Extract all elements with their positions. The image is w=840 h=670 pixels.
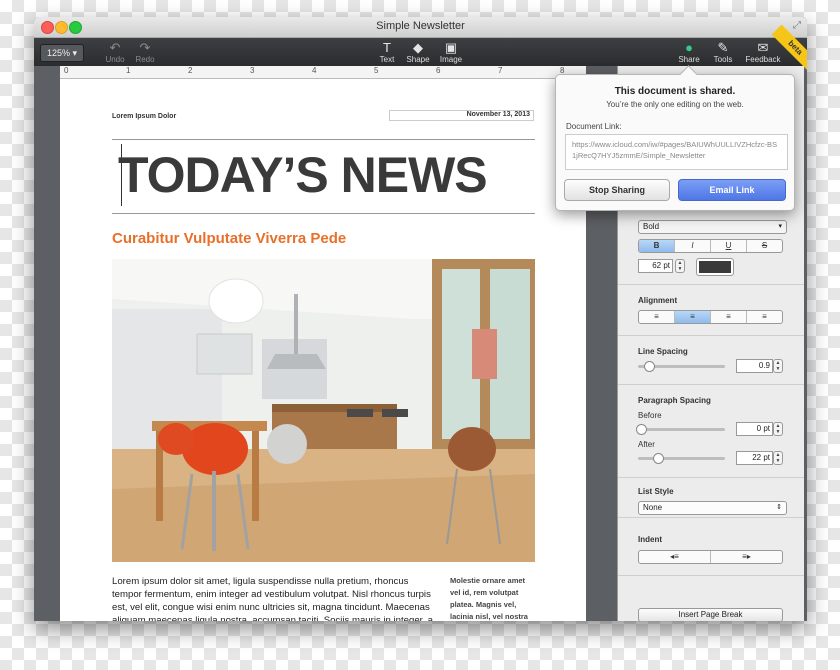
- redo-label: Redo: [135, 55, 155, 64]
- ruler-tick: 5: [374, 66, 379, 75]
- font-style-value: Bold: [643, 222, 660, 231]
- redo-button[interactable]: ↷ Redo: [125, 40, 165, 64]
- ruler-tick: 4: [312, 66, 317, 75]
- ruler-tick: 6: [436, 66, 441, 75]
- ruler-tick: 2: [188, 66, 193, 75]
- alignment-section: Alignment ≡ ≡ ≡ ≡: [618, 284, 804, 324]
- popover-subtitle: You’re the only one editing on the web.: [606, 100, 744, 109]
- strikethrough-button[interactable]: S: [747, 240, 782, 252]
- font-style-select[interactable]: Bold ▾: [638, 220, 787, 234]
- fullscreen-icon[interactable]: ⤢: [793, 20, 801, 31]
- align-right-button[interactable]: ≡: [711, 311, 747, 323]
- line-spacing-section: Line Spacing 0.9 ▲ ▼: [618, 335, 804, 373]
- after-field[interactable]: 22 pt: [736, 451, 773, 465]
- font-size-stepper[interactable]: ▲ ▼: [675, 259, 685, 273]
- increase-indent-button[interactable]: ≡▸: [711, 551, 782, 563]
- line-spacing-field[interactable]: 0.9: [736, 359, 773, 373]
- sidebar-text[interactable]: Molestie ornare amet vel id, rem volutpa…: [450, 575, 532, 621]
- line-spacing-stepper[interactable]: ▲ ▼: [773, 359, 783, 373]
- ruler-tick: 7: [498, 66, 503, 75]
- text-label: Text: [379, 55, 395, 64]
- image-label: Image: [439, 55, 463, 64]
- indent-section: Indent ◂≡ ≡▸: [618, 517, 804, 564]
- after-slider[interactable]: [638, 453, 725, 464]
- page-break-section: Insert Page Break: [618, 575, 804, 621]
- document-page[interactable]: Lorem Ipsum Dolor November 13, 2013 TODA…: [60, 79, 586, 621]
- dateline-date[interactable]: November 13, 2013: [389, 110, 534, 121]
- kitchen-photo[interactable]: [112, 259, 535, 562]
- divider-bottom: [112, 213, 535, 214]
- share-label: Share: [678, 55, 700, 64]
- ruler-tick: 0: [64, 66, 69, 75]
- indent-title: Indent: [638, 535, 662, 544]
- shape-label: Shape: [406, 55, 430, 64]
- list-style-title: List Style: [638, 487, 674, 496]
- chevron-down-icon: ▾: [778, 223, 782, 230]
- tools-label: Tools: [713, 55, 733, 64]
- slider-knob[interactable]: [644, 361, 655, 372]
- slider-knob[interactable]: [653, 453, 664, 464]
- dateline: Lorem Ipsum Dolor November 13, 2013: [112, 110, 534, 121]
- image-button[interactable]: ▣ Image: [431, 40, 471, 64]
- text-color-well[interactable]: [696, 258, 734, 276]
- chevron-updown-icon: ⇕: [776, 504, 782, 511]
- feedback-icon: ✉: [757, 40, 769, 55]
- before-stepper[interactable]: ▲ ▼: [773, 422, 783, 436]
- align-left-button[interactable]: ≡: [639, 311, 675, 323]
- image-icon: ▣: [444, 40, 458, 55]
- underline-button[interactable]: U: [711, 240, 747, 252]
- list-style-select[interactable]: None ⇕: [638, 501, 787, 515]
- paragraph-spacing-section: Paragraph Spacing Before 0 pt ▲ ▼ After 2…: [618, 384, 804, 465]
- share-popover: This document is shared. You’re the only…: [555, 65, 795, 211]
- ruler-tick: 1: [126, 66, 131, 75]
- alignment-buttons: ≡ ≡ ≡ ≡: [638, 310, 783, 324]
- insert-page-break-button[interactable]: Insert Page Break: [638, 608, 783, 621]
- align-center-button[interactable]: ≡: [675, 311, 711, 323]
- email-link-button[interactable]: Email Link: [678, 179, 786, 201]
- wrench-icon: ✎: [717, 40, 729, 55]
- window-title: Simple Newsletter: [376, 20, 465, 32]
- tools-button[interactable]: ✎ Tools: [703, 40, 743, 64]
- indent-buttons: ◂≡ ≡▸: [638, 550, 783, 564]
- popover-title: This document is shared.: [614, 86, 736, 97]
- bold-button[interactable]: B: [639, 240, 675, 252]
- undo-label: Undo: [105, 55, 125, 64]
- after-label: After: [638, 440, 655, 449]
- before-label: Before: [638, 411, 662, 420]
- before-slider[interactable]: [636, 424, 725, 435]
- title-bar: Simple Newsletter ⤢: [34, 17, 807, 38]
- ruler[interactable]: 0 1 2 3 4 5 6 7 8: [60, 66, 586, 79]
- dateline-left[interactable]: Lorem Ipsum Dolor: [112, 113, 176, 120]
- feedback-label: Feedback: [745, 55, 781, 64]
- toolbar: 125% ▾ ↶ Undo ↷ Redo T Text ◆ Shape ▣ Im…: [34, 24, 807, 72]
- slider-knob[interactable]: [636, 424, 647, 435]
- italic-button[interactable]: I: [675, 240, 711, 252]
- article-subhead[interactable]: Curabitur Vulputate Viverra Pede: [112, 230, 346, 247]
- line-spacing-title: Line Spacing: [638, 347, 688, 356]
- after-stepper[interactable]: ▲ ▼: [773, 451, 783, 465]
- document-link-field[interactable]: https://www.icloud.com/iw/#pages/BAIUWhU…: [565, 134, 788, 170]
- paragraph-spacing-title: Paragraph Spacing: [638, 396, 711, 405]
- list-style-section: List Style None ⇕: [618, 477, 804, 515]
- stop-sharing-button[interactable]: Stop Sharing: [564, 179, 670, 201]
- list-style-value: None: [643, 503, 663, 512]
- headline[interactable]: TODAY’S NEWS: [118, 146, 488, 204]
- align-justify-button[interactable]: ≡: [747, 311, 782, 323]
- text-style-buttons: B I U S: [638, 239, 783, 253]
- font-size-field[interactable]: 62 pt: [638, 259, 673, 273]
- text-color-swatch: [699, 261, 731, 273]
- document-link-label: Document Link:: [566, 122, 622, 131]
- decrease-indent-button[interactable]: ◂≡: [639, 551, 711, 563]
- zoom-select[interactable]: 125% ▾: [40, 44, 85, 62]
- line-spacing-slider[interactable]: [638, 361, 725, 372]
- ruler-tick: 3: [250, 66, 255, 75]
- alignment-title: Alignment: [638, 296, 678, 305]
- redo-icon: ↷: [139, 40, 151, 55]
- article-body[interactable]: Lorem ipsum dolor sit amet, ligula suspe…: [112, 575, 436, 621]
- feedback-button[interactable]: ✉ Feedback: [743, 40, 783, 64]
- divider-top: [112, 139, 535, 140]
- before-field[interactable]: 0 pt: [736, 422, 773, 436]
